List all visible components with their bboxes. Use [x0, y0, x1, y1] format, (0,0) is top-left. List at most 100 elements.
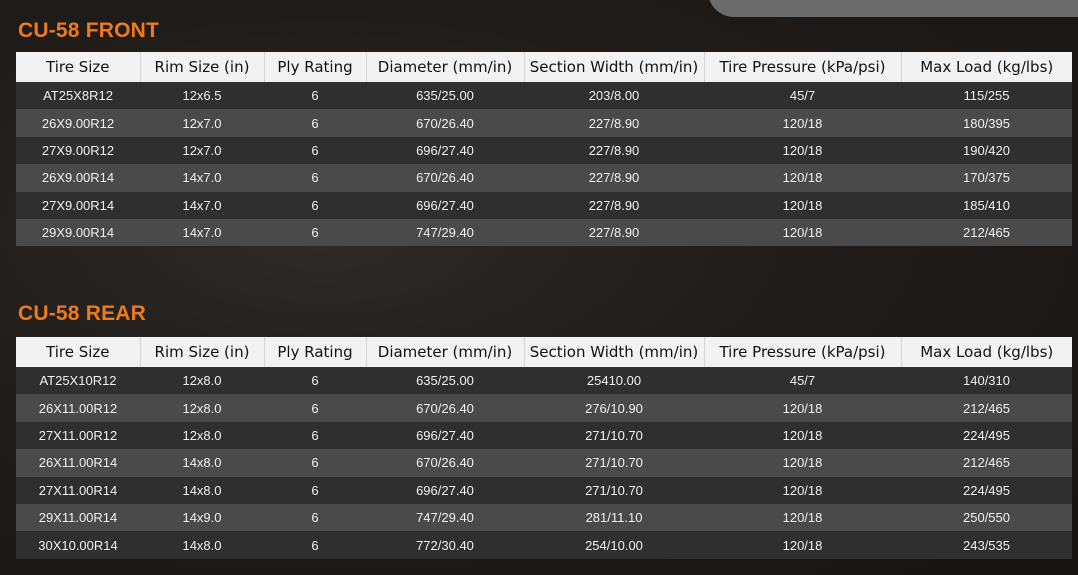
cell-section-width: 227/8.90	[524, 109, 704, 137]
cell-ply-rating: 6	[264, 421, 366, 450]
cell-ply-rating: 6	[264, 394, 366, 422]
cell-rim-size: 12x7.0	[140, 136, 264, 165]
cell-ply-rating: 6	[264, 449, 366, 477]
cell-rim-size: 14x7.0	[140, 218, 264, 247]
cell-section-width: 227/8.90	[524, 136, 704, 165]
table-row: 30X10.00R14 14x8.0 6 772/30.40 254/10.00 120/…	[16, 531, 1072, 559]
cell-section-width: 276/10.90	[524, 394, 704, 422]
cell-diameter: 635/25.00	[366, 367, 524, 395]
cell-ply-rating: 6	[264, 218, 366, 247]
header-section-width: Section Width (mm/in)	[523, 52, 704, 82]
cell-rim-size: 14x7.0	[140, 191, 264, 219]
cell-ply-rating: 6	[264, 109, 366, 137]
decorative-tab	[708, 0, 1078, 17]
table-row: 27X9.00R14 14x7.0 6 696/27.40 227/8.90 120/18…	[16, 191, 1072, 219]
header-max-load: Max Load (kg/lbs)	[900, 52, 1072, 82]
header-ply-rating: Ply Rating	[263, 337, 366, 367]
header-rim-size: Rim Size (in)	[139, 52, 264, 82]
cell-diameter: 696/27.40	[366, 191, 524, 219]
cell-tire-pressure: 120/18	[704, 191, 901, 219]
cell-rim-size: 14x8.0	[140, 449, 264, 477]
cell-rim-size: 12x8.0	[140, 394, 264, 422]
cell-section-width: 203/8.00	[524, 82, 704, 110]
cell-max-load: 212/465	[901, 449, 1072, 477]
cell-diameter: 670/26.40	[366, 449, 524, 477]
cell-rim-size: 12x8.0	[140, 367, 264, 395]
front-spec-table: Tire Size Rim Size (in) Ply Rating Diame…	[16, 52, 1072, 247]
cell-ply-rating: 6	[264, 136, 366, 165]
cell-ply-rating: 6	[264, 531, 366, 559]
header-tire-size: Tire Size	[16, 337, 140, 367]
cell-diameter: 747/29.40	[366, 503, 524, 532]
table-row: 29X9.00R14 14x7.0 6 747/29.40 227/8.90 120/18…	[16, 218, 1072, 247]
cell-tire-pressure: 120/18	[704, 421, 901, 450]
header-diameter: Diameter (mm/in)	[365, 337, 524, 367]
cell-tire-size: 27X9.00R12	[16, 136, 140, 165]
cell-tire-pressure: 120/18	[704, 476, 901, 504]
cell-tire-pressure: 120/18	[704, 164, 901, 192]
cell-diameter: 670/26.40	[366, 164, 524, 192]
cell-rim-size: 14x7.0	[140, 164, 264, 192]
cell-section-width: 227/8.90	[524, 191, 704, 219]
cell-tire-pressure: 120/18	[704, 449, 901, 477]
cell-ply-rating: 6	[264, 476, 366, 504]
cell-tire-size: 26X9.00R14	[16, 164, 140, 192]
rear-section-title: CU-58 REAR	[18, 302, 147, 325]
cell-rim-size: 14x9.0	[140, 503, 264, 532]
table-row: AT25X8R12 12x6.5 6 635/25.00 203/8.00 45/7 115…	[16, 82, 1072, 110]
table-row: AT25X10R12 12x8.0 6 635/25.00 25410.00 45/7 14…	[16, 367, 1072, 395]
cell-diameter: 772/30.40	[366, 531, 524, 559]
cell-max-load: 180/395	[901, 109, 1072, 137]
cell-section-width: 25410.00	[524, 367, 704, 395]
cell-max-load: 243/535	[901, 531, 1072, 559]
cell-ply-rating: 6	[264, 503, 366, 532]
cell-section-width: 254/10.00	[524, 531, 704, 559]
cell-tire-pressure: 120/18	[704, 136, 901, 165]
cell-max-load: 224/495	[901, 421, 1072, 450]
cell-tire-pressure: 120/18	[704, 218, 901, 247]
cell-tire-size: 26X11.00R14	[16, 449, 140, 477]
cell-diameter: 635/25.00	[366, 82, 524, 110]
cell-section-width: 281/11.10	[524, 503, 704, 532]
cell-section-width: 271/10.70	[524, 476, 704, 504]
cell-diameter: 696/27.40	[366, 136, 524, 165]
table-row: 26X11.00R14 14x8.0 6 670/26.40 271/10.70 120/…	[16, 449, 1072, 477]
cell-ply-rating: 6	[264, 82, 366, 110]
cell-tire-pressure: 45/7	[704, 82, 901, 110]
cell-rim-size: 12x8.0	[140, 421, 264, 450]
cell-tire-size: 30X10.00R14	[16, 531, 140, 559]
table-row: 27X11.00R12 12x8.0 6 696/27.40 271/10.70 120/…	[16, 421, 1072, 450]
cell-rim-size: 14x8.0	[140, 531, 264, 559]
cell-diameter: 747/29.40	[366, 218, 524, 247]
header-section-width: Section Width (mm/in)	[523, 337, 704, 367]
header-diameter: Diameter (mm/in)	[365, 52, 524, 82]
cell-section-width: 271/10.70	[524, 421, 704, 450]
cell-max-load: 140/310	[901, 367, 1072, 395]
cell-tire-size: AT25X10R12	[16, 367, 140, 395]
cell-tire-pressure: 120/18	[704, 531, 901, 559]
cell-rim-size: 12x7.0	[140, 109, 264, 137]
cell-max-load: 185/410	[901, 191, 1072, 219]
table-row: 26X9.00R12 12x7.0 6 670/26.40 227/8.90 120/18…	[16, 109, 1072, 137]
header-rim-size: Rim Size (in)	[139, 337, 264, 367]
cell-max-load: 212/465	[901, 218, 1072, 247]
cell-tire-size: 27X9.00R14	[16, 191, 140, 219]
cell-tire-size: 29X9.00R14	[16, 218, 140, 247]
cell-max-load: 212/465	[901, 394, 1072, 422]
front-section-title: CU-58 FRONT	[18, 19, 160, 42]
cell-diameter: 696/27.40	[366, 421, 524, 450]
table-row: 26X11.00R12 12x8.0 6 670/26.40 276/10.90 120/…	[16, 394, 1072, 422]
cell-section-width: 271/10.70	[524, 449, 704, 477]
cell-diameter: 670/26.40	[366, 394, 524, 422]
cell-tire-pressure: 120/18	[704, 394, 901, 422]
table-row: 26X9.00R14 14x7.0 6 670/26.40 227/8.90 120/18…	[16, 164, 1072, 192]
header-tire-size: Tire Size	[16, 52, 140, 82]
table-row: 29X11.00R14 14x9.0 6 747/29.40 281/11.10 120/…	[16, 503, 1072, 532]
cell-max-load: 250/550	[901, 503, 1072, 532]
cell-section-width: 227/8.90	[524, 164, 704, 192]
cell-section-width: 227/8.90	[524, 218, 704, 247]
header-tire-pressure: Tire Pressure (kPa/psi)	[703, 337, 901, 367]
cell-tire-size: 26X9.00R12	[16, 109, 140, 137]
header-max-load: Max Load (kg/lbs)	[900, 337, 1072, 367]
cell-tire-size: 29X11.00R14	[16, 503, 140, 532]
